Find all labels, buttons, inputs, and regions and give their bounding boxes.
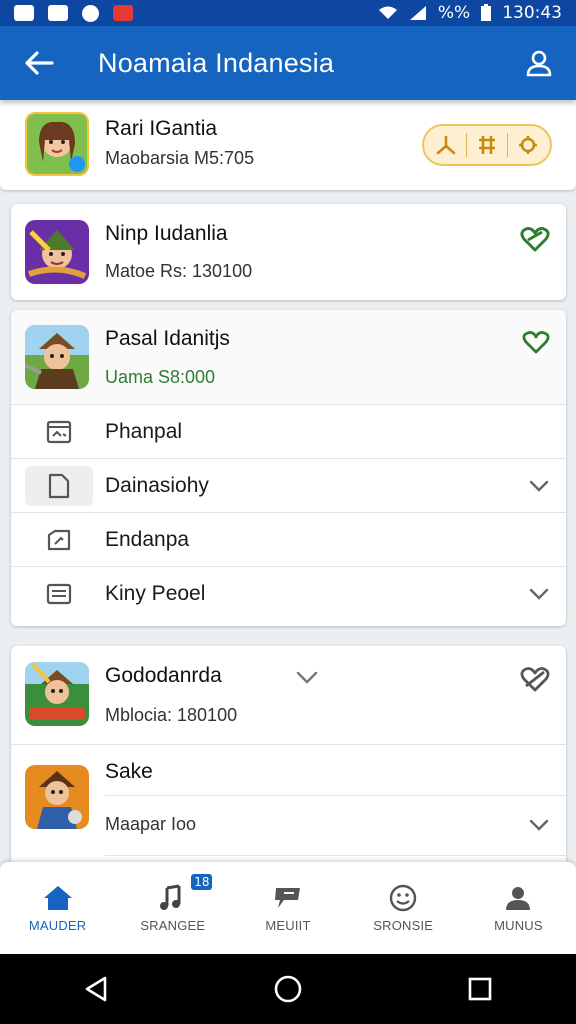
menu-item[interactable]: Endanpa — [11, 512, 566, 566]
battery-icon — [481, 4, 492, 21]
nav-item-emoji[interactable]: SRONSIE — [346, 862, 461, 954]
game-title: Ninp Iudanlia — [105, 222, 228, 245]
game-title: Rari IGantia — [105, 117, 218, 140]
game-subtitle: Maapar Ioo — [105, 814, 197, 834]
game-card-header[interactable]: Pasal Idanitjs Uama S8:000 — [11, 310, 566, 404]
user-icon — [526, 50, 552, 77]
image-frame-icon — [25, 412, 93, 452]
square-recents-icon — [468, 977, 492, 1001]
list-icon — [25, 574, 93, 614]
home-icon — [43, 885, 72, 910]
nav-item-music[interactable]: 18 SRANGEE — [115, 862, 230, 954]
profile-icon — [506, 886, 531, 910]
game-title: Gododanrda — [105, 664, 222, 687]
game-card[interactable]: Ninp Iudanlia Matoe Rs: 130100 — [11, 204, 566, 300]
nav-label: SRANGEE — [140, 917, 206, 933]
menu-item-label: Endanpa — [105, 527, 190, 551]
game-title: Sake — [105, 760, 153, 783]
menu-item[interactable]: Dainasiohy — [11, 458, 566, 512]
menu-item[interactable]: Kiny Peoel — [11, 566, 566, 620]
page-title: Noamaia Indanesia — [98, 47, 335, 78]
camera-icon — [48, 5, 68, 21]
nav-item-home[interactable]: MAUDER — [0, 862, 115, 954]
wifi-icon — [378, 6, 397, 19]
system-navigation — [0, 954, 576, 1024]
game-card-expanded: Pasal Idanitjs Uama S8:000 Phanpal Daina… — [11, 310, 566, 626]
favorite-broken-icon[interactable] — [520, 666, 550, 694]
document-icon — [25, 465, 93, 506]
gallery-icon — [14, 5, 34, 21]
clock: 130:43 — [502, 3, 562, 23]
circle-home-icon — [274, 975, 302, 1003]
system-back-button[interactable] — [66, 959, 126, 1019]
chat-icon — [275, 887, 300, 908]
notification-badge: 18 — [191, 874, 213, 890]
music-icon — [159, 884, 181, 910]
system-recents-button[interactable] — [450, 959, 510, 1019]
chevron-down-icon[interactable] — [528, 587, 550, 601]
bottom-navigation: MAUDER 18 SRANGEE MEUIIT SRONSIE MUNUS — [0, 862, 576, 954]
heart-icon[interactable] — [522, 330, 550, 356]
game-subtitle: Maobarsia M5:705 — [105, 148, 255, 168]
nav-label: SRONSIE — [373, 917, 434, 933]
tool-icon[interactable] — [475, 134, 499, 156]
smiley-icon — [390, 884, 417, 911]
nav-label: MEUIIT — [265, 917, 311, 933]
messenger-icon — [82, 4, 99, 22]
share-icon[interactable] — [434, 134, 458, 156]
signal-icon — [409, 6, 426, 20]
settings-icon[interactable] — [516, 134, 540, 156]
nav-label: MAUDER — [28, 917, 87, 933]
menu-item[interactable]: Phanpal — [11, 404, 566, 458]
game-thumbnail — [25, 325, 89, 389]
game-price: Uama S8:000 — [105, 367, 216, 387]
action-pill — [422, 124, 552, 166]
status-indicator: %% — [437, 3, 471, 23]
triangle-back-icon — [85, 976, 107, 1002]
system-home-button[interactable] — [258, 959, 318, 1019]
arrow-left-icon — [25, 51, 54, 75]
nav-label: MUNUS — [494, 917, 543, 933]
account-button[interactable] — [502, 26, 576, 100]
photo-edit-icon — [25, 520, 93, 560]
back-button[interactable] — [0, 26, 78, 100]
game-thumbnail — [25, 112, 89, 176]
game-subtitle: Matoe Rs: 130100 — [105, 261, 253, 281]
game-card-header[interactable]: Gododanrda Mblocia: 180100 — [11, 646, 566, 744]
menu-item-label: Dainasiohy — [105, 473, 209, 497]
nav-item-chat[interactable]: MEUIIT — [230, 862, 345, 954]
status-bar: %% 130:43 — [0, 0, 576, 26]
menu-item-label: Kiny Peoel — [105, 581, 206, 605]
mail-icon — [113, 5, 133, 21]
game-title: Pasal Idanitjs — [105, 327, 230, 350]
game-thumbnail — [25, 662, 89, 726]
app-bar: Noamaia Indanesia — [0, 26, 576, 100]
nav-item-profile[interactable]: MUNUS — [461, 862, 576, 954]
game-thumbnail — [25, 220, 89, 284]
chevron-down-icon[interactable] — [528, 818, 550, 832]
game-list: Rari IGantia Maobarsia M5:705 Ninp Iudan… — [0, 100, 576, 862]
game-card: Gododanrda Mblocia: 180100 Sake Maapar I… — [11, 646, 566, 862]
game-card[interactable]: Rari IGantia Maobarsia M5:705 — [0, 100, 576, 190]
chevron-down-icon[interactable] — [295, 670, 319, 686]
game-thumbnail — [25, 765, 89, 829]
menu-item-label: Phanpal — [105, 419, 183, 443]
chevron-down-icon[interactable] — [528, 479, 550, 493]
game-subtitle: Mblocia: 180100 — [105, 705, 238, 725]
favorite-icon[interactable] — [520, 226, 550, 254]
game-row[interactable]: Sake Maapar Ioo — [11, 744, 566, 862]
